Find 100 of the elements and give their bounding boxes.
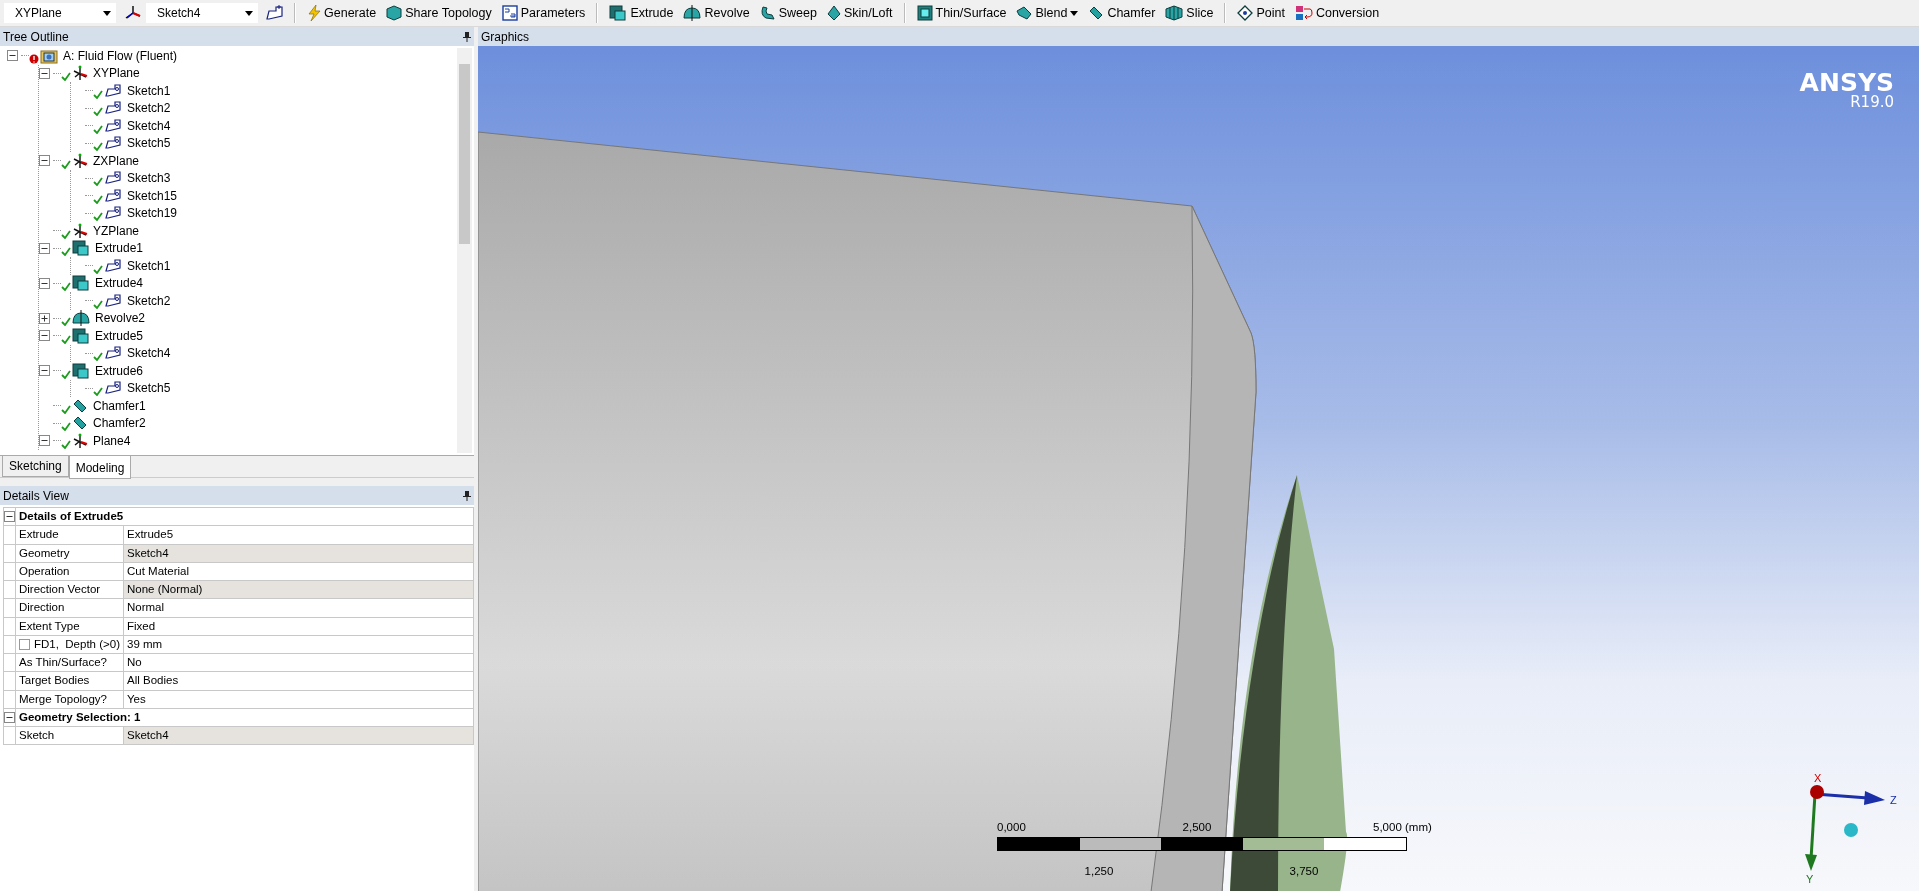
point-icon (1237, 5, 1254, 21)
scrollbar-thumb[interactable] (459, 64, 470, 244)
toolbar-button[interactable]: Generate (302, 2, 382, 24)
toolbar-button[interactable]: Conversion (1289, 2, 1385, 24)
tree-item-label[interactable]: Extrude4 (95, 274, 144, 293)
property-value[interactable]: All Bodies (123, 671, 474, 690)
sketch-icon (104, 188, 122, 203)
expand-toggle-icon[interactable] (39, 312, 50, 324)
tree-item-label[interactable]: Extrude1 (95, 239, 144, 258)
tree-item-label[interactable]: Sketch15 (127, 186, 178, 205)
sketch-icon (104, 258, 122, 273)
tab[interactable]: Sketching (2, 456, 69, 477)
tree-item-label[interactable]: Sketch2 (127, 99, 171, 118)
property-label: Sketch (15, 726, 124, 745)
property-value[interactable]: Yes (123, 690, 474, 709)
tree-item-label[interactable]: Revolve2 (95, 309, 146, 328)
toolbar-button[interactable]: Thin/Surface (911, 2, 1012, 24)
toolbar-button[interactable]: Skin/Loft (821, 2, 898, 24)
extrude-icon (72, 240, 90, 257)
property-value[interactable]: Normal (123, 598, 474, 617)
toolbar-button[interactable]: Chamfer (1083, 2, 1161, 24)
panel-title: Tree Outline (3, 28, 69, 46)
pin-icon (463, 490, 471, 501)
tree-item-label[interactable]: ZXPlane (93, 151, 140, 170)
scale-label: 5,000 (mm) (1373, 820, 1432, 835)
property-label: Extent Type (15, 617, 124, 636)
tree-item-label[interactable]: Plane4 (93, 431, 131, 450)
tree-item-label[interactable]: A: Fluid Flow (Fluent) (63, 46, 178, 65)
toolbar-button[interactable]: Parameters (496, 2, 591, 24)
collapse-toggle-icon[interactable] (4, 712, 15, 724)
collapse-toggle-icon[interactable] (7, 50, 18, 62)
collapse-toggle-icon[interactable] (39, 365, 50, 377)
toolbar-button[interactable]: Revolve (678, 2, 755, 24)
collapse-toggle-icon[interactable] (4, 511, 15, 523)
scrollbar[interactable] (457, 48, 472, 453)
chamfer-icon (72, 415, 88, 432)
tree-item-label[interactable]: YZPlane (93, 221, 140, 240)
property-label: Merge Topology? (15, 690, 124, 709)
property-value[interactable]: Cut Material (123, 562, 474, 581)
sweep-icon (759, 5, 776, 21)
property-label: Geometry (15, 544, 124, 563)
graphics-viewport[interactable]: ANSYS R19.0 0,000 2,500 5,000 (mm) 1,250 3,750 X Z Y (478, 46, 1919, 891)
pin-icon (463, 31, 471, 42)
property-value[interactable]: Fixed (123, 617, 474, 636)
panel-title: Graphics (481, 28, 530, 46)
loft-icon (826, 5, 841, 21)
chamfer-icon (1088, 5, 1105, 21)
tree-item-label[interactable]: Sketch5 (127, 134, 171, 153)
collapse-toggle-icon[interactable] (39, 277, 50, 289)
property-value[interactable]: No (123, 653, 474, 672)
collapse-toggle-icon[interactable] (39, 155, 50, 167)
toolbar-button[interactable]: Extrude (604, 2, 679, 24)
scale-label: 3,750 (1289, 864, 1319, 879)
extrude-icon (72, 275, 90, 292)
caret-icon (245, 10, 253, 16)
sketch-icon (104, 346, 122, 361)
tree-item-label[interactable]: Chamfer2 (93, 414, 146, 433)
checkbox[interactable] (19, 639, 30, 651)
sketch-icon (104, 381, 122, 396)
sketch-icon (104, 136, 122, 151)
sketch-icon (104, 83, 122, 98)
property-label: As Thin/Surface? (15, 653, 124, 672)
property-value[interactable]: Extrude5 (123, 525, 474, 544)
tree-item-label[interactable]: Sketch4 (127, 344, 171, 363)
toolbar-button[interactable]: Share Topology (381, 2, 497, 24)
sliced-cube-icon (1165, 5, 1184, 21)
property-label: FD1, Depth (>0) (34, 637, 120, 650)
x-axis-label: X (1814, 772, 1822, 784)
cube-icon (386, 5, 403, 21)
tree-item-label[interactable]: Sketch1 (127, 81, 171, 100)
collapse-toggle-icon[interactable] (39, 330, 50, 342)
collapse-toggle-icon[interactable] (39, 435, 50, 447)
tree-item-label[interactable]: XYPlane (93, 64, 140, 83)
tree-item-label[interactable]: Sketch5 (127, 379, 171, 398)
property-label: Direction (15, 598, 124, 617)
collapse-toggle-icon[interactable] (39, 242, 50, 254)
caret-icon (103, 10, 111, 16)
plane-axes-icon (124, 5, 142, 21)
tree-item-label[interactable]: Chamfer1 (93, 396, 146, 415)
tree-item-label[interactable]: Sketch19 (127, 204, 178, 223)
plane-axes-icon (72, 222, 88, 239)
tree-item-label[interactable]: Sketch3 (127, 169, 171, 188)
tree-item-label[interactable]: Sketch4 (127, 116, 171, 135)
tab[interactable]: Modeling (68, 456, 132, 479)
dropdown[interactable]: XYPlane (4, 3, 116, 23)
toolbar-button[interactable]: Slice (1160, 2, 1219, 24)
toolbar-button[interactable]: Point (1232, 2, 1290, 24)
z-axis-label: Z (1890, 794, 1897, 806)
toolbar-button[interactable]: Blend (1011, 2, 1084, 24)
tree-item-label[interactable]: Sketch1 (127, 256, 171, 275)
toolbar-button[interactable]: Sweep (754, 2, 822, 24)
tree-item-label[interactable]: Extrude6 (95, 361, 144, 380)
plane-axes-icon (72, 152, 88, 169)
tree-item-label[interactable]: Extrude5 (95, 326, 144, 345)
collapse-toggle-icon[interactable] (39, 67, 50, 79)
property-value[interactable]: 39 mm (123, 635, 474, 654)
dropdown[interactable]: Sketch4 (146, 3, 258, 23)
parameters-icon (501, 5, 518, 21)
tree-item-label[interactable]: Sketch2 (127, 291, 171, 310)
scale-label: 0,000 (997, 820, 1026, 835)
